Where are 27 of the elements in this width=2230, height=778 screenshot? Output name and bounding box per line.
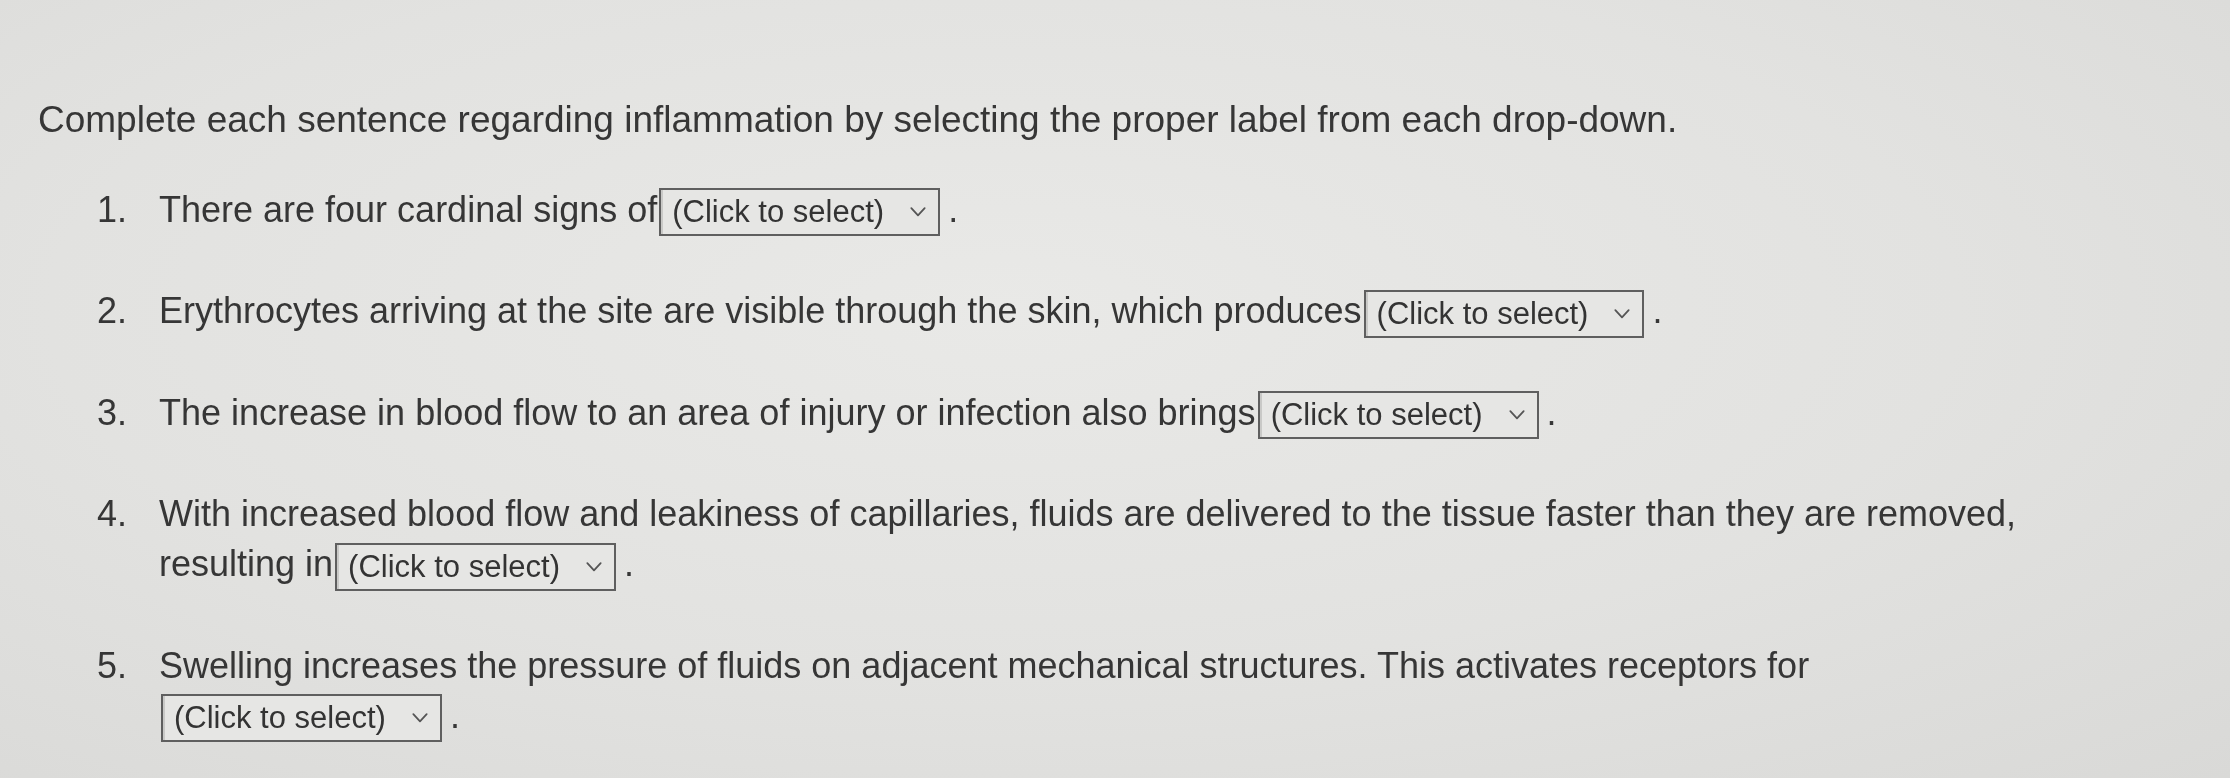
question-text: resulting in: [159, 543, 334, 585]
chevron-down-icon: [1508, 410, 1525, 421]
sentence-period: .: [1546, 391, 1557, 433]
instruction-text: Complete each sentence regarding inflammation by selecting the proper label from each drop-down.: [38, 98, 1679, 142]
sentence-period: .: [449, 694, 460, 736]
question-number: 4.: [97, 492, 129, 537]
question-number: 3.: [97, 390, 129, 435]
answer-dropdown[interactable]: (Click to select): [1257, 391, 1539, 440]
answer-dropdown[interactable]: (Click to select): [335, 542, 616, 591]
question-text: With increased blood flow and leakiness of capillaries, fluids are delivered to the tissue faster than they are removed,: [159, 492, 2016, 537]
sentence-period: .: [948, 189, 959, 230]
question-text: The increase in blood flow to an area of injury or infection also brings: [159, 391, 1256, 433]
question-text: There are four cardinal signs of: [159, 189, 658, 230]
chevron-down-icon: [585, 561, 602, 572]
answer-dropdown[interactable]: (Click to select): [161, 694, 442, 743]
answer-dropdown[interactable]: (Click to select): [659, 188, 941, 237]
chevron-down-icon: [1614, 308, 1631, 319]
chevron-down-icon: [910, 207, 927, 218]
sentence-period: .: [623, 543, 634, 585]
chevron-down-icon: [411, 713, 428, 724]
question-text: Erythrocytes arriving at the site are visible through the skin, which produces: [159, 290, 1362, 332]
question-text: Swelling increases the pressure of fluids on adjacent mechanical structures. This activates receptors for: [159, 644, 1810, 686]
question-number: 1.: [97, 188, 129, 232]
question-number: 5.: [97, 643, 129, 688]
answer-dropdown[interactable]: (Click to select): [1363, 289, 1645, 338]
question-number: 2.: [97, 289, 129, 334]
sentence-period: .: [1652, 290, 1663, 332]
